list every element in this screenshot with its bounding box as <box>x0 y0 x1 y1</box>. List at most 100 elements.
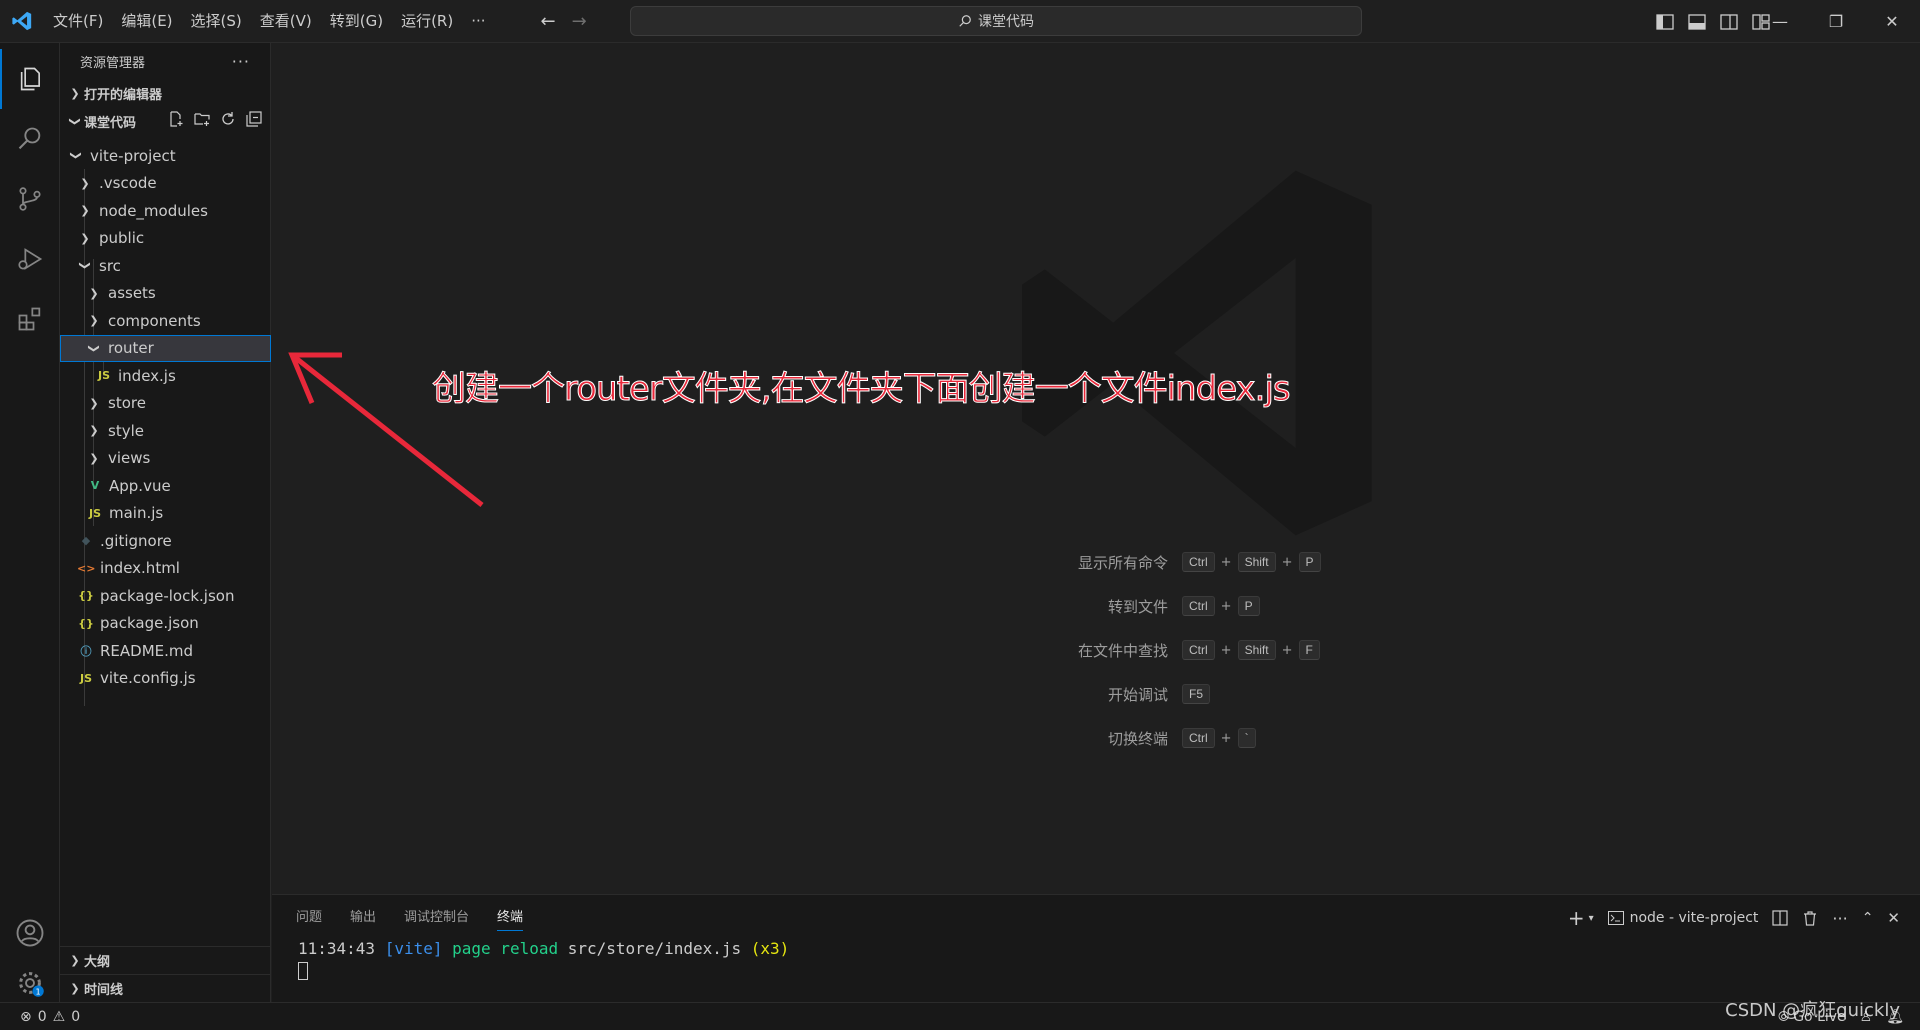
activity-bar: 1 <box>0 43 60 1002</box>
menu-view[interactable]: 查看(V) <box>251 0 321 43</box>
restore-icon[interactable]: ❐ <box>1808 0 1864 43</box>
close-window-icon[interactable]: ✕ <box>1864 0 1920 43</box>
chevron-right-icon: ❯ <box>70 982 80 995</box>
tree-item-public[interactable]: ❯ public <box>60 225 271 252</box>
tree-item-store[interactable]: ❯ store <box>60 390 271 417</box>
menu-bar: 文件(F) 编辑(E) 选择(S) 查看(V) 转到(G) 运行(R) ··· <box>44 0 495 43</box>
tree-item-style[interactable]: ❯ style <box>60 417 271 444</box>
tab-terminal[interactable]: 终端 <box>497 895 524 941</box>
tree-item-label: index.js <box>118 366 176 385</box>
chevron-right-icon: ❯ <box>70 954 80 967</box>
workspace-section[interactable]: ❯ 课堂代码 <box>60 107 270 135</box>
more-actions-icon[interactable]: ··· <box>1832 909 1847 928</box>
log-action: page reload <box>452 939 559 958</box>
back-arrow-icon[interactable]: ← <box>541 11 556 32</box>
command-center-label: 课堂代码 <box>978 14 1034 30</box>
tree-item-src[interactable]: ❯ src <box>60 252 271 279</box>
tree-item-node-modules[interactable]: ❯ node_modules <box>60 197 271 224</box>
tree-item-label: node_modules <box>99 201 208 220</box>
sidebar-bottom-sections: ❯ 大纲 ❯ 时间线 <box>60 946 271 1002</box>
bottom-panel: 问题 输出 调试控制台 终端 + ▾ node - vite-project ·… <box>272 894 1920 1002</box>
explorer-icon[interactable] <box>0 49 60 109</box>
vscode-watermark-icon <box>1022 170 1372 536</box>
tab-debug-console[interactable]: 调试控制台 <box>404 895 469 941</box>
key-p: P <box>1298 552 1321 572</box>
tree-item-readme-md[interactable]: ⓘ README.md <box>60 637 271 664</box>
shortcut-label: 转到文件 <box>1107 597 1168 616</box>
forward-arrow-icon[interactable]: → <box>572 11 587 32</box>
menu-more[interactable]: ··· <box>462 0 494 43</box>
tree-item-assets[interactable]: ❯ assets <box>60 280 271 307</box>
toggle-panel-icon[interactable] <box>1688 13 1706 30</box>
maximize-panel-icon[interactable]: ⌃ <box>1862 910 1874 926</box>
collapse-all-icon[interactable] <box>246 111 262 127</box>
chevron-down-icon[interactable]: ▾ <box>1589 913 1594 924</box>
terminal-instance[interactable]: node - vite-project <box>1607 910 1758 926</box>
tree-item-gitignore[interactable]: ◆ .gitignore <box>60 527 271 554</box>
tree-item-label: store <box>108 394 146 412</box>
menu-edit[interactable]: 编辑(E) <box>112 0 181 43</box>
tab-problems[interactable]: 问题 <box>296 895 322 941</box>
tree-item-vite-config-js[interactable]: JS vite.config.js <box>60 665 271 692</box>
refresh-icon[interactable] <box>220 111 236 127</box>
minimize-icon[interactable]: — <box>1752 0 1808 43</box>
tree-item-main-js[interactable]: JS main.js <box>60 500 271 527</box>
menu-run[interactable]: 运行(R) <box>392 0 462 43</box>
terminal-output[interactable]: 11:34:43 [vite] page reload src/store/in… <box>298 939 789 980</box>
shortcut-toggle-terminal: 切换终端 Ctrl + ` <box>952 725 1256 751</box>
tree-item-index-js[interactable]: JS index.js <box>60 362 271 389</box>
tree-item-label: vite-project <box>90 146 176 165</box>
csdn-watermark: CSDN @疯狂quickly <box>1725 1000 1900 1021</box>
search-view-icon[interactable] <box>0 109 60 169</box>
menu-go[interactable]: 转到(G) <box>321 0 392 43</box>
tree-item-label: App.vue <box>109 476 171 495</box>
vscode-logo-icon <box>0 0 44 43</box>
source-control-icon[interactable] <box>0 169 60 229</box>
split-terminal-icon[interactable] <box>1772 910 1789 926</box>
tree-item-vscode[interactable]: ❯ .vscode <box>60 170 271 197</box>
chevron-right-icon: ❯ <box>89 424 99 437</box>
history-nav: ← → <box>541 11 587 32</box>
shortcut-show-commands: 显示所有命令 Ctrl + Shift + P <box>952 549 1321 575</box>
js-file-icon: JS <box>79 671 92 685</box>
problems-status[interactable]: ⊗ 0 ⚠ 0 <box>0 1009 80 1025</box>
trash-icon[interactable] <box>1802 910 1818 926</box>
tree-item-package-lock-json[interactable]: {} package-lock.json <box>60 582 271 609</box>
outline-section[interactable]: ❯ 大纲 <box>60 946 270 974</box>
tab-output[interactable]: 输出 <box>350 895 376 941</box>
warning-icon: ⚠ <box>52 1008 66 1025</box>
new-file-icon[interactable] <box>168 111 184 127</box>
editor-area[interactable]: 创建一个router文件夹,在文件夹下面创建一个文件index.js 显示所有命… <box>272 43 1920 894</box>
tree-item-package-json[interactable]: {} package.json <box>60 610 271 637</box>
command-center-search[interactable]: 课堂代码 <box>630 6 1362 36</box>
toggle-secondary-sidebar-icon[interactable] <box>1720 13 1738 30</box>
extensions-icon[interactable] <box>0 289 60 349</box>
key-p: P <box>1237 596 1260 616</box>
tree-item-index-html[interactable]: <> index.html <box>60 555 271 582</box>
tree-item-components[interactable]: ❯ components <box>60 307 271 334</box>
open-editors-section[interactable]: ❯ 打开的编辑器 <box>60 79 270 107</box>
chevron-down-icon: ❯ <box>69 150 83 161</box>
shortcut-label: 切换终端 <box>1107 729 1168 748</box>
new-terminal-icon[interactable]: + <box>1568 906 1585 930</box>
menu-file[interactable]: 文件(F) <box>44 0 112 43</box>
explorer-more-icon[interactable]: ··· <box>232 52 250 71</box>
key-ctrl: Ctrl <box>1182 596 1215 616</box>
run-debug-icon[interactable] <box>0 229 60 289</box>
vue-file-icon: V <box>90 479 100 492</box>
new-folder-icon[interactable] <box>194 111 210 127</box>
tree-item-views[interactable]: ❯ views <box>60 445 271 472</box>
menu-selection[interactable]: 选择(S) <box>182 0 251 43</box>
toggle-primary-sidebar-icon[interactable] <box>1656 13 1674 30</box>
chevron-right-icon: ❯ <box>80 231 90 245</box>
tree-item-label: public <box>99 229 145 247</box>
file-tree: ❯ vite-project ❯ .vscode ❯ node_modules ❯ publi… <box>60 142 271 742</box>
tree-item-label: assets <box>108 284 156 302</box>
terminal-cursor <box>298 962 308 980</box>
close-panel-icon[interactable]: ✕ <box>1887 909 1900 927</box>
tree-item-vite-project[interactable]: ❯ vite-project <box>60 142 271 169</box>
tree-item-app-vue[interactable]: V App.vue <box>60 472 271 499</box>
chevron-down-icon: ❯ <box>87 343 101 353</box>
tree-item-router[interactable]: ❯ router <box>60 334 271 362</box>
timeline-section[interactable]: ❯ 时间线 <box>60 974 270 1002</box>
